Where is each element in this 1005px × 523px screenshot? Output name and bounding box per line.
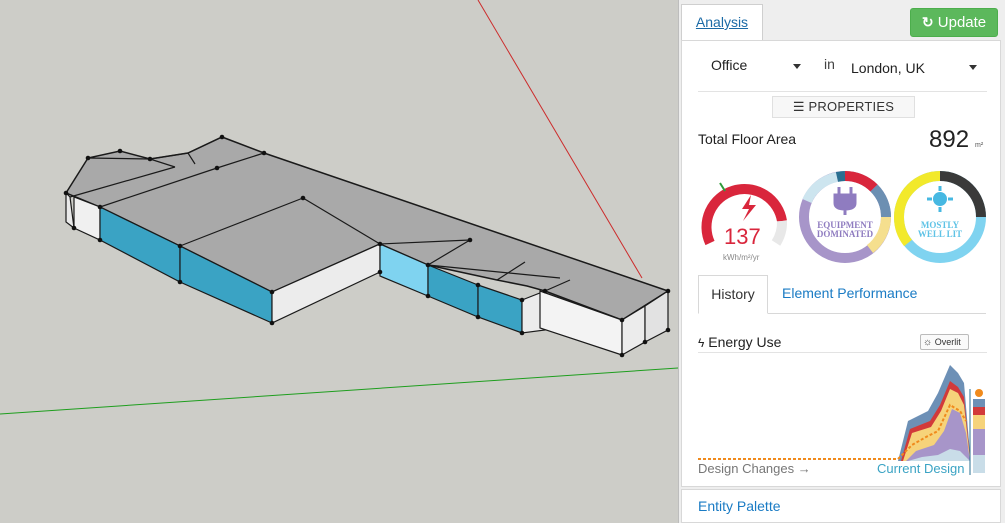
lightning-bolt-icon xyxy=(742,195,756,221)
building-model-canvas[interactable] xyxy=(0,0,678,523)
overlit-label: Overlit xyxy=(934,337,961,347)
menu-icon: ☰ xyxy=(792,99,805,114)
building-type-chevron-down-icon[interactable] xyxy=(793,64,801,69)
tab-element-performance[interactable]: Element Performance xyxy=(782,275,917,313)
floor-area-value: 892 xyxy=(929,126,970,153)
floor-area-label: Total Floor Area xyxy=(698,131,797,147)
tab-history[interactable]: History xyxy=(698,275,768,314)
divider xyxy=(698,91,987,92)
entity-palette-link[interactable]: Entity Palette xyxy=(698,498,781,514)
energy-use-label: Energy Use xyxy=(708,334,782,350)
current-bar-light xyxy=(973,455,985,473)
current-design-label: Current Design xyxy=(877,461,965,476)
model-viewport[interactable] xyxy=(0,0,678,523)
in-label: in xyxy=(824,56,835,72)
equipment-gauge[interactable] xyxy=(799,170,892,263)
building-type-select[interactable]: Office xyxy=(711,57,747,73)
tab-analysis[interactable]: Analysis xyxy=(681,4,763,40)
energy-history-chart[interactable] xyxy=(698,353,988,475)
daylight-gauge[interactable] xyxy=(893,171,986,263)
plug-icon xyxy=(833,187,857,215)
glass-wall-5 xyxy=(477,284,523,334)
entity-palette-card: Entity Palette xyxy=(681,489,1001,523)
roof-main xyxy=(64,136,670,321)
analysis-card: Office in London, UK ☰ PROPERTIES Total … xyxy=(681,40,1001,487)
gear-icon: ☼ xyxy=(923,337,933,348)
history-tabs: History Element Performance xyxy=(698,275,986,314)
energy-unit: kWh/m²/yr xyxy=(723,253,760,262)
floor-area-unit: m² xyxy=(975,142,984,149)
location-select[interactable]: London, UK xyxy=(851,60,925,76)
panel-header: Analysis ↻ Update xyxy=(679,0,1005,40)
current-bar-red xyxy=(973,407,985,415)
update-button-label: Update xyxy=(937,14,987,31)
design-changes-label: Design Changes → xyxy=(698,461,811,476)
equipment-status: EQUIPMENT DOMINATED xyxy=(808,221,882,239)
sun-icon xyxy=(927,186,953,212)
current-bar-blue xyxy=(973,399,985,407)
equipment-status-line2: DOMINATED xyxy=(816,229,874,239)
current-bar-yellow xyxy=(973,415,985,429)
analysis-panel: Analysis ↻ Update Office in London, UK ☰… xyxy=(678,0,1005,523)
wall-left-end xyxy=(65,191,75,230)
daylight-status: MOSTLY WELL LIT xyxy=(902,221,978,239)
energy-value: 137 xyxy=(724,224,761,249)
overlit-button[interactable]: ☼ Overlit xyxy=(920,334,969,350)
lightning-icon: ϟ xyxy=(698,336,705,350)
current-bar-purple xyxy=(973,429,985,455)
properties-label: PROPERTIES xyxy=(808,99,895,114)
refresh-icon: ↻ xyxy=(921,14,934,30)
current-design-marker[interactable] xyxy=(975,389,983,397)
daylight-status-line2: WELL LIT xyxy=(917,229,963,239)
energy-use-heading: ϟ Energy Use xyxy=(698,334,781,350)
update-button[interactable]: ↻ Update xyxy=(910,8,998,37)
location-chevron-down-icon[interactable] xyxy=(969,65,977,70)
properties-button[interactable]: ☰ PROPERTIES xyxy=(772,96,915,118)
green-axis-line xyxy=(0,367,678,415)
